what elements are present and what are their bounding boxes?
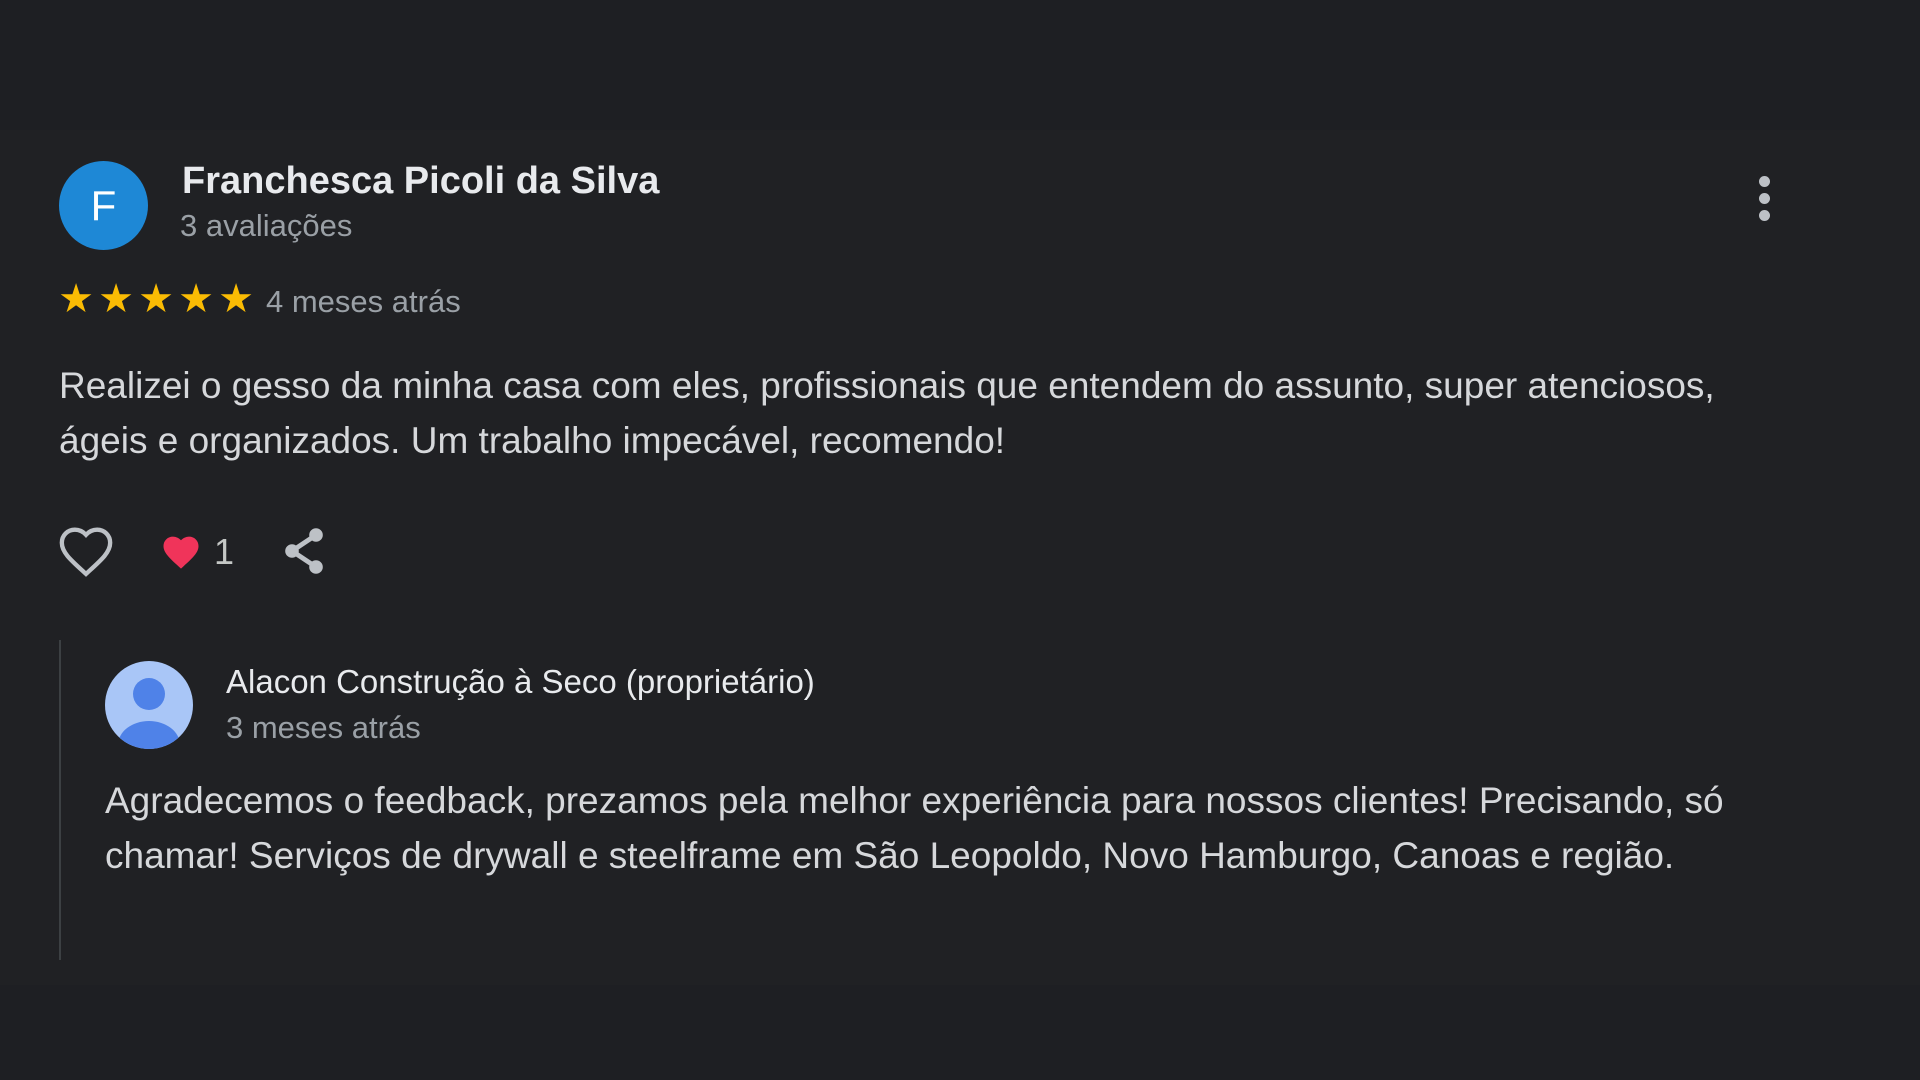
menu-dot xyxy=(1758,193,1770,204)
heart-filled-icon xyxy=(163,536,199,569)
more-options-icon[interactable] xyxy=(1752,176,1776,232)
star-icon: ★ xyxy=(98,277,134,321)
star-icon: ★ xyxy=(218,277,254,321)
author-review-count: 3 avaliações xyxy=(180,208,353,243)
reply-text: Agradecemos o feedback, prezamos pela me… xyxy=(105,780,1724,876)
owner-name[interactable]: Alacon Construção à Seco (proprietário) xyxy=(226,663,815,701)
heart-outline-icon xyxy=(59,527,113,577)
reply-thread-line xyxy=(59,640,61,960)
star-icon: ★ xyxy=(138,277,174,321)
star-icon: ★ xyxy=(178,277,214,321)
owner-avatar-icon[interactable] xyxy=(105,661,193,749)
reaction-summary[interactable]: 1 xyxy=(160,528,234,576)
star-rating: ★ ★ ★ ★ ★ xyxy=(57,279,255,319)
reply-time: 3 meses atrás xyxy=(226,710,421,745)
page: F Franchesca Picoli da Silva 3 avaliaçõe… xyxy=(0,0,1920,1080)
menu-dot xyxy=(1758,176,1770,187)
share-button[interactable] xyxy=(280,525,328,577)
review-time: 4 meses atrás xyxy=(266,284,461,319)
author-avatar[interactable]: F xyxy=(59,161,148,250)
share-icon xyxy=(285,528,323,574)
like-button[interactable] xyxy=(57,524,115,578)
star-icon: ★ xyxy=(58,277,94,321)
review-text: Realizei o gesso da minha casa com eles,… xyxy=(59,365,1715,461)
author-name[interactable]: Franchesca Picoli da Silva xyxy=(182,160,659,203)
menu-dot xyxy=(1758,210,1770,221)
reaction-count: 1 xyxy=(214,531,235,572)
